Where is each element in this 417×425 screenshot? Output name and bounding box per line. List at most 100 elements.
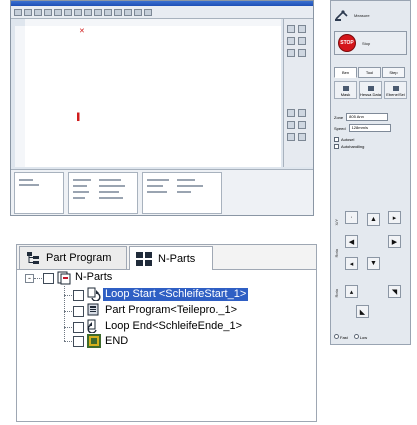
toolbar-button[interactable] [94,8,102,16]
radio-low-dot[interactable] [353,334,359,339]
side-tool-button[interactable] [287,37,295,45]
toolbar-button[interactable] [14,8,22,16]
tree-checkbox[interactable] [73,336,84,347]
canvas-marker: ✕ [79,28,85,35]
subtool-mask-button[interactable]: Mask [334,81,357,99]
toolbar-button[interactable] [54,8,62,16]
info-pane [142,172,222,214]
axis-label: X/Y [334,219,339,226]
toolbar-button[interactable] [124,8,132,16]
toolbar-button[interactable] [134,8,142,16]
jog-corner-button[interactable]: ◣ [356,305,369,318]
plane-icon [392,86,399,91]
speed-select[interactable]: 128mm/s [348,124,391,132]
stop-button[interactable]: STOP Stop [334,31,407,55]
side-tool-button[interactable] [298,25,306,33]
stop-icon: STOP [338,34,356,52]
toolbar-button[interactable] [114,8,122,16]
jog-small-button[interactable]: · [345,211,358,224]
jog-right-button[interactable]: ▶ [388,235,401,248]
jog-small-button[interactable]: ▸ [388,211,401,224]
jog-down-button[interactable]: ▼ [367,257,380,270]
tab-tool[interactable]: Tool [358,67,381,78]
jog-left-button[interactable]: ◀ [345,235,358,248]
tree-checkbox[interactable] [73,322,84,333]
radio-low[interactable]: Low [353,334,367,340]
jog-small-button[interactable]: ◂ [345,257,358,270]
info-pane [14,172,64,214]
canvas-marker: ▌ [77,114,82,121]
data-icon [367,86,374,91]
zone-label: Zone [334,114,344,120]
tab-n-parts[interactable]: N-Parts [129,246,213,270]
subtool-data-button[interactable]: Hessa Data [359,81,382,99]
autohandling-checkbox-row[interactable]: Autohandling [334,144,364,149]
subtool-plane-button[interactable]: Ebene/Sei [384,81,407,99]
speed-label: Speed [334,125,346,131]
toolbar-button[interactable] [104,8,112,16]
toolbar-button[interactable] [84,8,92,16]
tree-item-part-program[interactable]: Part Program<Teilepro._1> [103,304,239,317]
axis-label: Rota [334,249,339,258]
cad-application-window: ✕ ▌ [10,0,314,216]
toolbar-button[interactable] [144,8,152,16]
zone-select[interactable]: 805 Ann [346,113,389,121]
side-tool-button[interactable] [287,25,295,33]
tree-checkbox[interactable] [73,306,84,317]
zone-field: Zone 805 Ann [334,113,389,121]
side-tool-button[interactable] [287,109,295,117]
tree-item-loop-end[interactable]: Loop End<SchleifeEnde_1> [103,320,244,333]
toolbar-button[interactable] [44,8,52,16]
info-pane [68,172,138,214]
tree-item-end[interactable]: END [103,335,130,348]
panel-tab-bar: Part Program N-Parts [17,245,316,270]
n-parts-node-icon [57,271,71,285]
side-tool-button[interactable] [298,133,306,141]
program-tree-icon [27,252,39,264]
autosel-checkbox[interactable] [334,137,339,142]
end-flag-icon [87,334,101,348]
autohandling-checkbox[interactable] [334,144,339,149]
side-tool-button[interactable] [298,109,306,117]
tree-item-loop-start[interactable]: Loop Start <SchleifeStart_1> [101,287,250,302]
sub-toolbar: Mask Hessa Data Ebene/Sei [334,81,407,99]
loop-end-icon [87,319,97,333]
collapse-toggle[interactable]: - [25,274,34,283]
tree-checkbox[interactable] [73,290,84,301]
side-tool-button[interactable] [298,37,306,45]
tab-step[interactable]: Step [382,67,405,78]
drawing-canvas[interactable]: ✕ ▌ [25,26,281,167]
measure-label: Measure [354,12,370,18]
toolbar-button[interactable] [74,8,82,16]
toolbar-button[interactable] [34,8,42,16]
grid-parts-icon [136,251,152,266]
mask-icon [342,86,349,91]
radio-fast[interactable]: Fast [334,334,348,340]
measure-icon [335,10,348,21]
tab-part-program[interactable]: Part Program [19,246,127,269]
radio-fast-dot[interactable] [334,334,339,339]
side-tool-button[interactable] [287,121,295,129]
side-tool-button[interactable] [298,49,306,57]
side-tool-button[interactable] [287,49,295,57]
machine-control-panel: Measure STOP Stop Ben Tool Step Mask Hes… [330,0,411,345]
tree-root-label[interactable]: N-Parts [73,271,114,284]
tab-ben[interactable]: Ben [334,67,357,78]
side-tool-button[interactable] [287,133,295,141]
control-tabs: Ben Tool Step [334,67,405,78]
jog-right-small-button[interactable]: ◥ [388,285,401,298]
measure-button[interactable]: Measure [334,5,407,25]
tree-checkbox[interactable] [43,273,54,284]
toolbar-button[interactable] [64,8,72,16]
jog-small-button[interactable]: ▴ [345,285,358,298]
toolbar-button[interactable] [24,8,32,16]
autosel-checkbox-row[interactable]: Autosel [334,137,354,142]
n-parts-tree: - N-Parts Loop Start <SchleifeStart_1> P… [17,270,316,421]
jog-up-button[interactable]: ▲ [367,213,380,226]
side-tool-button[interactable] [298,121,306,129]
speed-radio-group: Fast Low [334,334,367,340]
speed-field: Speed 128mm/s [334,124,391,132]
cad-info-area [11,169,313,215]
cad-side-toolbar [283,19,313,167]
stop-label: Stop [362,40,371,46]
